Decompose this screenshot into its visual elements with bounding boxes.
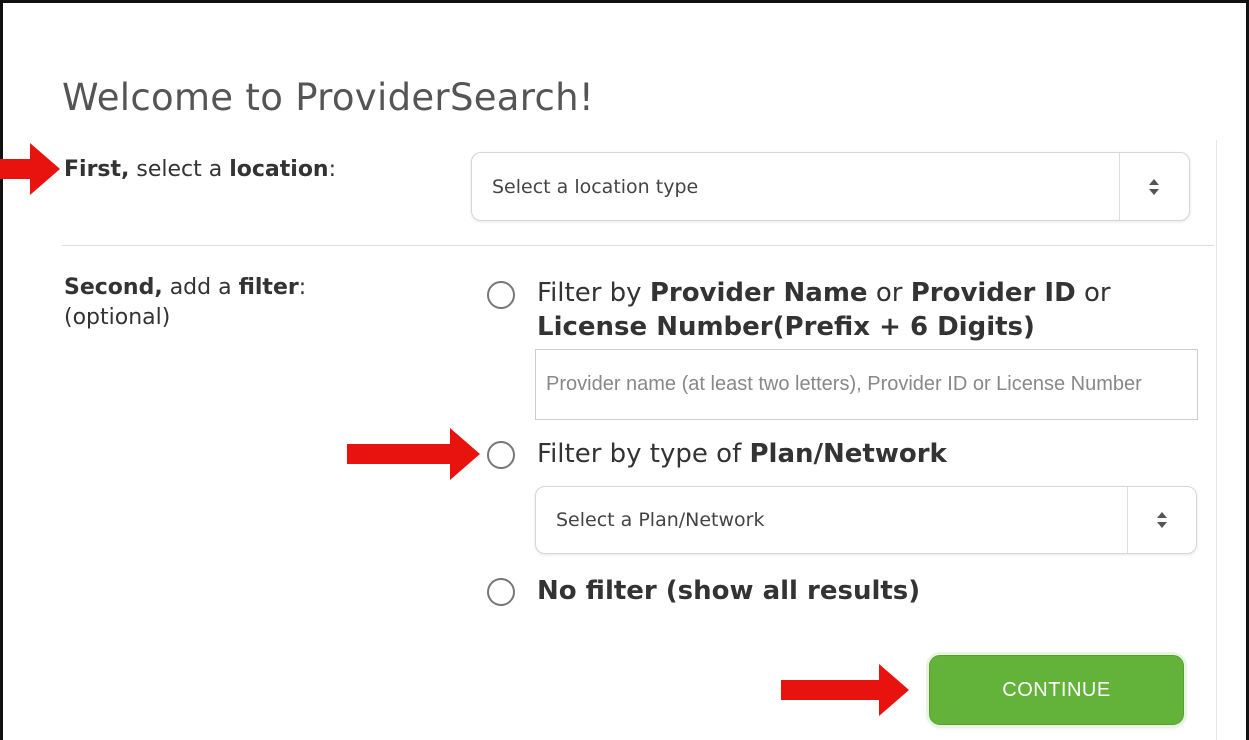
filter-provider-bold-license: License Number(Prefix + 6 Digits) [537,312,1035,342]
select-divider [1119,153,1120,220]
no-filter-bold: No filter (show all results) [537,576,921,606]
filter-plan-radio[interactable] [487,441,515,469]
plan-network-select[interactable]: Select a Plan/Network [535,486,1197,554]
sort-updown-icon [1156,511,1168,529]
select-divider [1127,487,1128,553]
filter-plan-label[interactable]: Filter by type of Plan/Network [537,437,947,471]
filter-provider-label-line2[interactable]: License Number(Prefix + 6 Digits) [537,310,1035,344]
location-step-label-bold-location: location [229,157,329,182]
filter-provider-bold-name: Provider Name [649,278,868,308]
red-arrow-icon [0,143,60,195]
filter-step-label-colon: : [298,275,307,300]
filter-step-label-bold-second: Second, [64,275,163,300]
location-step-label-bold-first: First, [64,157,130,182]
red-arrow-icon [781,664,909,716]
filter-optional-note: (optional) [64,305,171,330]
filter-provider-label-line1[interactable]: Filter by Provider Name or Provider ID o… [537,276,1111,310]
filter-plan-text: Filter by type of [537,439,750,469]
sort-updown-icon [1148,178,1160,196]
panel-right-edge [1216,140,1217,740]
continue-button[interactable]: CONTINUE [929,655,1184,725]
filter-step-label-text: add a [162,275,239,300]
filter-provider-text-3: or [1075,278,1111,308]
filter-provider-text-2: or [867,278,911,308]
filter-plan-bold: Plan/Network [749,439,947,469]
page-title: Welcome to ProviderSearch! [62,76,594,119]
location-step-label: First, select a location: [64,155,336,185]
filter-provider-bold-id: Provider ID [910,278,1076,308]
location-type-select[interactable]: Select a location type [471,152,1190,221]
red-arrow-icon [347,428,480,480]
filter-step-label: Second, add a filter: [64,273,306,303]
filter-step-label-bold-filter: filter [238,275,299,300]
location-step-label-text: select a [129,157,230,182]
no-filter-radio[interactable] [487,578,515,606]
location-type-select-value: Select a location type [492,175,699,198]
filter-provider-text-1: Filter by [537,278,650,308]
location-step-label-colon: : [328,157,337,182]
provider-search-input[interactable] [535,349,1198,420]
section-divider [62,245,1214,246]
filter-provider-radio[interactable] [487,281,515,309]
no-filter-label[interactable]: No filter (show all results) [537,574,920,608]
plan-network-select-value: Select a Plan/Network [556,509,765,531]
